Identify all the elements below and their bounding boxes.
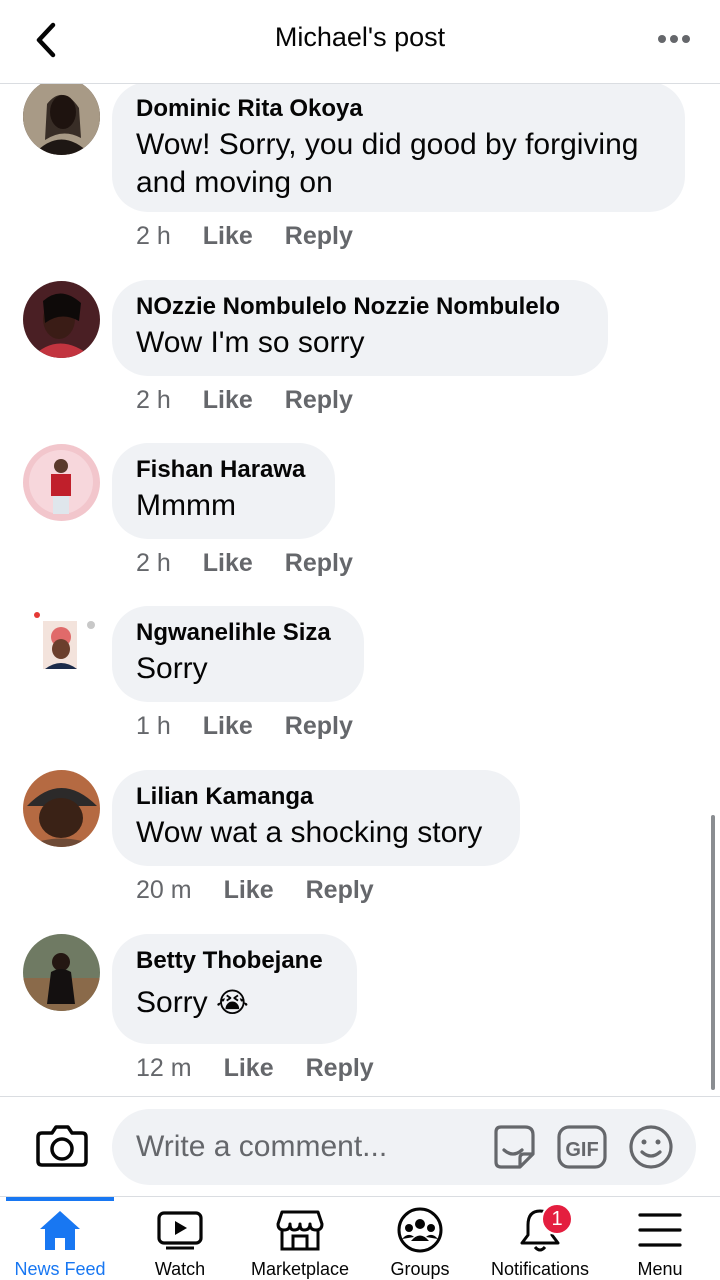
comment-author[interactable]: Dominic Rita Okoya	[136, 94, 661, 124]
reply-button[interactable]: Reply	[306, 876, 374, 905]
bottom-nav: News Feed Watch Marketplace Groups 1 Not…	[0, 1196, 720, 1280]
camera-button[interactable]	[36, 1121, 88, 1169]
reply-button[interactable]: Reply	[285, 386, 353, 415]
tab-notifications[interactable]: 1 Notifications	[480, 1197, 600, 1280]
comment-text: Sorry	[136, 652, 208, 685]
like-button[interactable]: Like	[224, 1054, 274, 1083]
scrollbar[interactable]	[711, 815, 715, 1090]
comment-actions: 20 m Like Reply	[136, 876, 374, 905]
comment-text: Wow wat a shocking story	[136, 816, 483, 849]
menu-icon	[638, 1213, 682, 1247]
reply-button[interactable]: Reply	[285, 549, 353, 578]
tab-label: Marketplace	[250, 1259, 350, 1279]
like-button[interactable]: Like	[203, 549, 253, 578]
smiley-icon	[629, 1125, 673, 1169]
comment-actions: 2 h Like Reply	[136, 549, 353, 578]
comment-time: 1 h	[136, 712, 171, 740]
gif-button[interactable]: GIF	[557, 1124, 607, 1170]
tab-label: News Feed	[14, 1259, 106, 1279]
comment-time: 12 m	[136, 1054, 192, 1082]
avatar[interactable]	[23, 281, 100, 358]
notification-badge: 1	[541, 1203, 573, 1235]
avatar[interactable]	[23, 934, 100, 1011]
watch-icon	[157, 1211, 203, 1250]
gif-label: GIF	[565, 1139, 598, 1161]
loudly-crying-emoji-icon: 😭	[216, 986, 249, 1019]
comment-text: Wow! Sorry, you did good by forgiving an…	[136, 128, 639, 199]
comment-bubble[interactable]: Ngwanelihle Siza Sorry	[112, 606, 364, 702]
sticker-button[interactable]	[490, 1124, 536, 1170]
comment-author[interactable]: NOzzie Nombulelo Nozzie Nombulelo	[136, 292, 584, 322]
comment-text: Mmmm	[136, 489, 236, 522]
comment-time: 2 h	[136, 386, 171, 414]
tab-menu[interactable]: Menu	[610, 1197, 710, 1280]
tab-label: Notifications	[490, 1259, 590, 1279]
top-bar: Michael's post	[0, 0, 720, 84]
comment-author[interactable]: Betty Thobejane	[136, 946, 333, 976]
groups-icon	[397, 1207, 443, 1253]
more-options-button[interactable]	[650, 22, 698, 56]
tab-watch[interactable]: Watch	[130, 1197, 230, 1280]
tab-groups[interactable]: Groups	[370, 1197, 470, 1280]
more-dots-icon	[658, 35, 690, 43]
marketplace-icon	[276, 1210, 324, 1251]
page-title: Michael's post	[274, 22, 446, 52]
avatar[interactable]	[23, 444, 100, 521]
sticker-icon	[494, 1125, 535, 1169]
like-button[interactable]: Like	[224, 876, 274, 905]
comment-author[interactable]: Lilian Kamanga	[136, 782, 496, 812]
comment-author[interactable]: Fishan Harawa	[136, 455, 311, 485]
home-icon	[40, 1211, 80, 1250]
tab-label: Menu	[637, 1259, 683, 1279]
comment-composer	[0, 1096, 720, 1196]
comment-actions: 2 h Like Reply	[136, 222, 353, 251]
comment-bubble[interactable]: Lilian Kamanga Wow wat a shocking story	[112, 770, 520, 866]
comment-actions: 1 h Like Reply	[136, 712, 353, 741]
comment-time: 20 m	[136, 876, 192, 904]
comment-text: Wow I'm so sorry	[136, 326, 365, 359]
comment-time: 2 h	[136, 549, 171, 577]
tab-marketplace[interactable]: Marketplace	[240, 1197, 360, 1280]
comment-bubble[interactable]: Dominic Rita Okoya Wow! Sorry, you did g…	[112, 84, 685, 212]
camera-icon	[36, 1125, 88, 1167]
avatar[interactable]	[23, 84, 100, 155]
comment-actions: 12 m Like Reply	[136, 1054, 374, 1083]
comment-bubble[interactable]: Betty Thobejane Sorry 😭	[112, 934, 357, 1044]
avatar[interactable]	[23, 607, 100, 684]
comments-list: Dominic Rita Okoya Wow! Sorry, you did g…	[0, 84, 720, 1096]
comment-bubble[interactable]: Fishan Harawa Mmmm	[112, 443, 335, 539]
comment-text-content: Sorry	[136, 986, 208, 1019]
tab-news-feed[interactable]: News Feed	[10, 1197, 110, 1280]
comment-actions: 2 h Like Reply	[136, 386, 353, 415]
emoji-button[interactable]	[628, 1124, 674, 1170]
tab-label: Groups	[390, 1259, 450, 1279]
comment-author[interactable]: Ngwanelihle Siza	[136, 618, 340, 648]
tab-label: Watch	[154, 1259, 206, 1279]
avatar[interactable]	[23, 770, 100, 847]
like-button[interactable]: Like	[203, 386, 253, 415]
comment-text: Sorry 😭	[136, 984, 333, 1022]
reply-button[interactable]: Reply	[306, 1054, 374, 1083]
reply-button[interactable]: Reply	[285, 222, 353, 251]
reply-button[interactable]: Reply	[285, 712, 353, 741]
comment-input[interactable]	[112, 1109, 696, 1185]
like-button[interactable]: Like	[203, 712, 253, 741]
comment-bubble[interactable]: NOzzie Nombulelo Nozzie Nombulelo Wow I'…	[112, 280, 608, 376]
like-button[interactable]: Like	[203, 222, 253, 251]
comment-time: 2 h	[136, 222, 171, 250]
